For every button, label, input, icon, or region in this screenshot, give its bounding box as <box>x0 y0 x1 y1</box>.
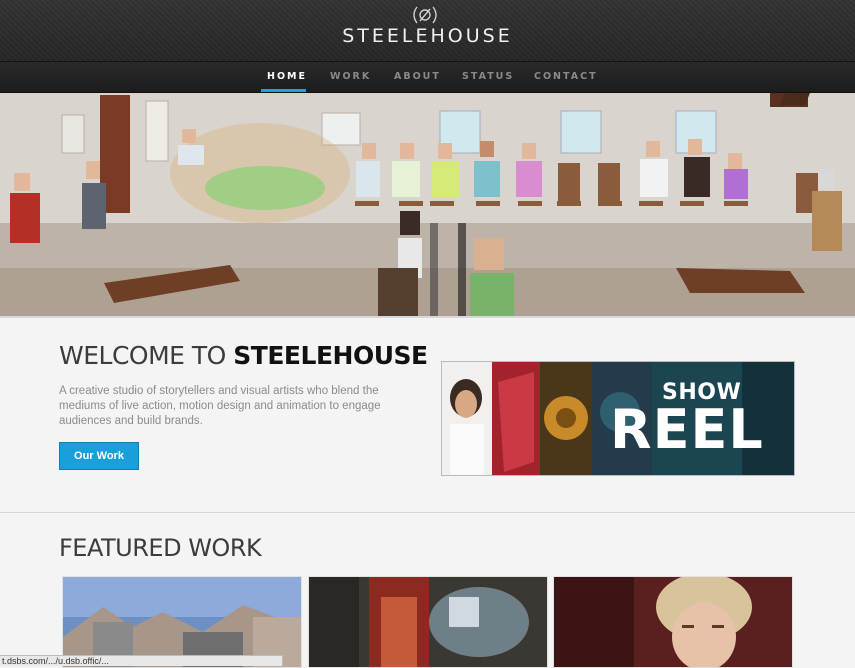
featured-thumb-2-image <box>309 577 547 667</box>
hero-illustration <box>0 93 855 316</box>
featured-thumb-3-image <box>554 577 792 667</box>
site-header: STEELEHOUSE <box>0 0 855 62</box>
section-divider <box>0 512 855 513</box>
featured-work-heading: FEATURED WORK <box>59 534 262 562</box>
featured-thumb-2[interactable] <box>308 576 548 668</box>
nav-item-status[interactable]: STATUS <box>462 62 514 92</box>
welcome-heading-brand: STEELEHOUSE <box>233 341 428 370</box>
our-work-button[interactable]: Our Work <box>59 442 139 470</box>
hero-banner-image <box>0 93 855 318</box>
nav-item-about[interactable]: ABOUT <box>394 62 441 92</box>
nav-active-indicator <box>261 89 306 92</box>
main-nav: HOME WORK ABOUT STATUS CONTACT <box>0 62 855 93</box>
nav-item-contact[interactable]: CONTACT <box>534 62 598 92</box>
featured-thumb-1-image <box>63 577 301 667</box>
logo-mark-icon <box>413 6 437 24</box>
showreel-thumbnail[interactable]: SHOW REEL <box>441 361 795 476</box>
browser-status-bar: t.dsbs.com/.../u.dsb.offic/... <box>0 655 283 666</box>
nav-item-home[interactable]: HOME <box>267 62 307 92</box>
nav-item-work[interactable]: WORK <box>330 62 371 92</box>
showreel-label-reel: REEL <box>610 398 764 461</box>
site-logo[interactable]: STEELEHOUSE <box>0 25 855 47</box>
welcome-description: A creative studio of storytellers and vi… <box>59 385 381 427</box>
featured-thumb-3[interactable] <box>553 576 793 668</box>
welcome-heading: WELCOME TO STEELEHOUSE <box>59 341 428 370</box>
welcome-heading-prefix: WELCOME TO <box>59 341 234 370</box>
